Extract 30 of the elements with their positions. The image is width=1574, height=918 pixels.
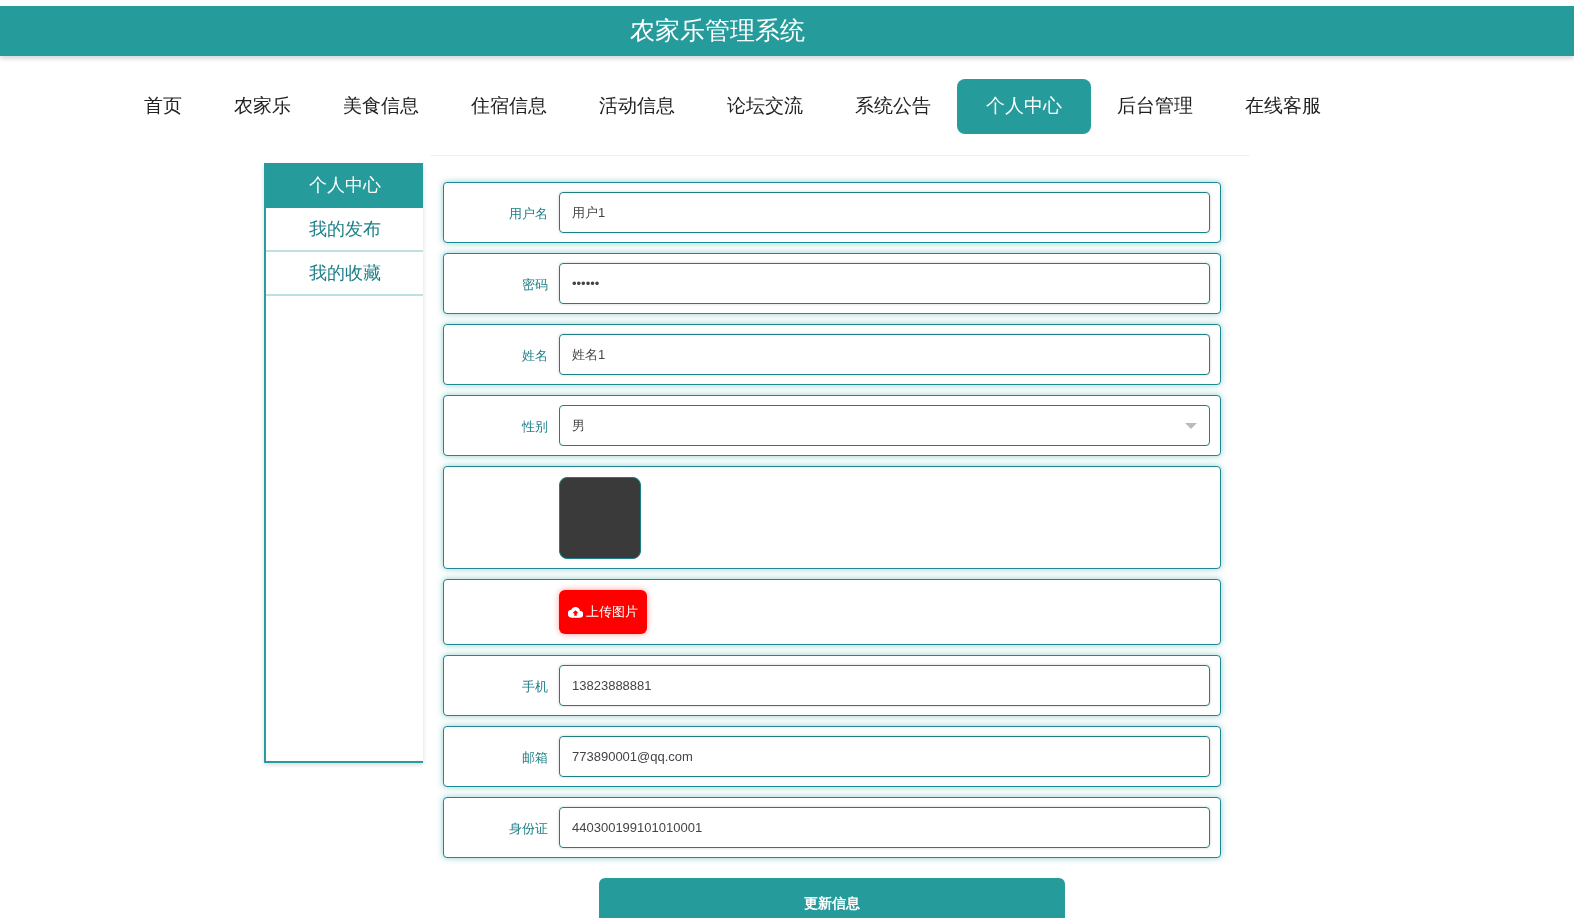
nav-tab[interactable]: 美食信息 [317, 79, 445, 134]
field-label: 邮箱 [522, 749, 548, 765]
input-field[interactable]: 姓名1 [559, 334, 1210, 375]
nav-tab[interactable]: 系统公告 [829, 79, 957, 134]
field-label: 身份证 [509, 820, 548, 836]
sidebar-item[interactable]: 我的发布 [266, 208, 423, 252]
nav-tab[interactable]: 活动信息 [573, 79, 701, 134]
input-field[interactable]: 13823888881 [559, 665, 1210, 706]
field-label: 密码 [522, 276, 548, 292]
input-field[interactable]: 用户1 [559, 192, 1210, 233]
nav-tab[interactable]: 农家乐 [208, 79, 317, 134]
field-label: 姓名 [522, 347, 548, 363]
nav-tab[interactable]: 住宿信息 [445, 79, 573, 134]
select-field[interactable]: 男 [559, 405, 1210, 446]
field-label: 手机 [522, 678, 548, 694]
sidebar-title: 个人中心 [266, 163, 423, 208]
field-label: 用户名 [509, 205, 548, 221]
site-title: 农家乐管理系统 [629, 15, 806, 47]
sidebar-item[interactable]: 我的收藏 [266, 252, 423, 296]
input-field[interactable]: 440300199101010001 [559, 807, 1210, 848]
upload-button[interactable]: 上传图片 [559, 590, 647, 634]
nav-tab[interactable]: 在线客服 [1219, 79, 1347, 134]
input-field[interactable]: •••••• [559, 263, 1210, 304]
nav-tab[interactable]: 首页 [118, 79, 208, 134]
caret-icon [1185, 422, 1197, 429]
field-label: 性别 [522, 418, 548, 434]
input-field[interactable]: 773890001@qq.com [559, 736, 1210, 777]
cloud-upload-icon [568, 606, 583, 618]
nav-tab[interactable]: 后台管理 [1091, 79, 1219, 134]
nav-tab[interactable]: 论坛交流 [701, 79, 829, 134]
